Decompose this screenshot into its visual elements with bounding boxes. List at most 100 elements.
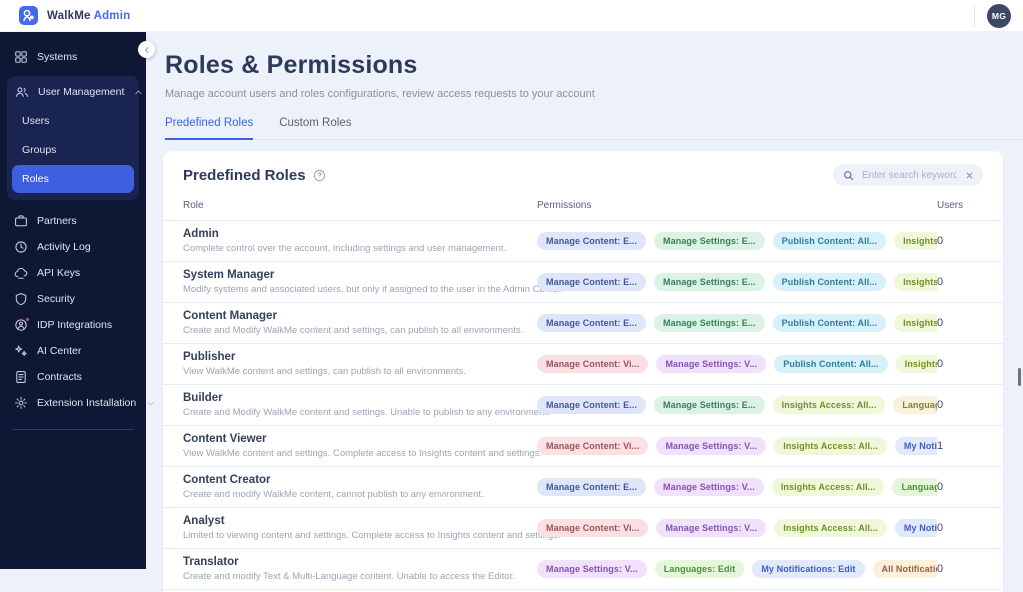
sidebar-item-systems[interactable]: Systems <box>0 44 146 70</box>
idp-icon <box>14 317 30 332</box>
sidebar-item-idp-integrations[interactable]: IDP Integrations <box>0 312 146 338</box>
role-description: Create and Modify WalkMe content and set… <box>183 325 524 336</box>
user-management-group: User Management Users Groups Roles <box>7 76 143 200</box>
sidebar-item-activity-log[interactable]: Activity Log <box>0 234 146 260</box>
role-description: Create and Modify WalkMe content and set… <box>183 407 550 418</box>
sidebar-item-api-keys[interactable]: API Keys <box>0 260 146 286</box>
tab-bar: Predefined Roles Custom Roles <box>163 117 1023 140</box>
column-users: Users <box>937 200 964 211</box>
brand-name: WalkMe <box>47 9 91 22</box>
table-row[interactable]: Publisher View WalkMe content and setting… <box>163 344 1003 385</box>
permission-badge: Manage Settings: V... <box>656 355 767 373</box>
walkme-logo-icon <box>19 6 38 25</box>
sidebar-item-extension-installation[interactable]: Extension Installation <box>0 390 154 416</box>
table-row[interactable]: Analyst Limited to viewing content and se… <box>163 508 1003 549</box>
document-icon <box>14 370 28 384</box>
permission-badge: All Notifications: Edit <box>872 560 937 578</box>
grid-icon <box>14 50 28 64</box>
user-avatar[interactable]: MG <box>987 3 1011 28</box>
role-name: Translator <box>183 556 239 568</box>
table-header: Role Permissions Users <box>163 195 1003 221</box>
sidebar-item-user-management[interactable]: User Management <box>7 78 143 106</box>
role-name: Analyst <box>183 515 225 527</box>
permission-badge: Insights Access: All... <box>894 273 937 291</box>
permission-badge: Languages: Edit <box>893 396 937 414</box>
sidebar-collapse-button[interactable] <box>138 41 155 58</box>
sidebar-item-label: API Keys <box>37 267 81 279</box>
users-group-icon <box>15 85 29 99</box>
users-count: 0 <box>937 235 944 247</box>
permission-badge: My Notifications: Edit <box>752 560 865 578</box>
sparkles-icon <box>14 344 28 358</box>
search-clear-icon[interactable] <box>965 171 974 180</box>
briefcase-icon <box>14 214 28 228</box>
permission-badge: My Notifications: Edit <box>894 519 937 537</box>
role-name: Content Creator <box>183 474 271 486</box>
panel-heading: Predefined Roles <box>183 166 306 184</box>
permission-badge: Manage Content: E... <box>537 478 647 496</box>
permission-badge: Insights Access: All... <box>894 314 937 332</box>
permission-badge: Insights Access: All... <box>774 437 887 455</box>
sidebar-nav: Systems User Management Users Groups Roles … <box>0 32 154 569</box>
sidebar-item-label: Contracts <box>37 371 82 383</box>
users-count: 0 <box>937 358 944 370</box>
sidebar-item-label: AI Center <box>37 345 82 357</box>
permission-badge: Manage Content: E... <box>537 314 647 332</box>
sidebar-item-partners[interactable]: Partners <box>0 208 146 234</box>
role-description: Complete control over the account, inclu… <box>183 243 507 254</box>
sidebar-item-label: Extension Installation <box>37 397 137 409</box>
users-count: 0 <box>937 317 944 329</box>
chevron-up-icon <box>133 87 144 98</box>
page-title: Roles & Permissions <box>165 51 418 79</box>
sidebar-item-contracts[interactable]: Contracts <box>0 364 146 390</box>
sidebar-item-label: Activity Log <box>37 241 91 253</box>
walkme-admin-logo: WalkMe Admin <box>19 6 130 25</box>
table-row[interactable]: Admin Complete control over the account, … <box>163 221 1003 262</box>
permission-badge: Manage Settings: E... <box>654 273 765 291</box>
sidebar-item-users[interactable]: Users <box>12 107 134 135</box>
table-row[interactable]: Content Manager Create and Modify WalkMe … <box>163 303 1003 344</box>
predefined-roles-panel: Predefined Roles Enter search keywords R… <box>163 151 1003 592</box>
role-description: Limited to viewing content and settings.… <box>183 530 561 541</box>
permission-badge: Publish Content: All... <box>772 314 887 332</box>
sidebar-item-groups[interactable]: Groups <box>12 136 134 164</box>
users-count: 0 <box>937 522 944 534</box>
permission-badge: Manage Content: E... <box>537 396 647 414</box>
table-row[interactable]: Builder Create and Modify WalkMe content … <box>163 385 1003 426</box>
sidebar-item-roles[interactable]: Roles <box>12 165 134 193</box>
sidebar-item-security[interactable]: Security <box>0 286 146 312</box>
topbar-divider <box>974 4 975 27</box>
permission-badge: Manage Content: Vi... <box>537 355 649 373</box>
permission-badge: Manage Settings: E... <box>654 396 765 414</box>
sidebar-item-ai-center[interactable]: AI Center <box>0 338 146 364</box>
role-name: Builder <box>183 392 223 404</box>
users-count: 0 <box>937 399 944 411</box>
permission-badge: Manage Content: E... <box>537 273 647 291</box>
table-row[interactable]: System Manager Modify systems and associa… <box>163 262 1003 303</box>
tab-custom-roles[interactable]: Custom Roles <box>279 117 351 140</box>
permission-badge: Manage Settings: V... <box>537 560 647 578</box>
table-row[interactable]: Content Creator Create and modify WalkMe … <box>163 467 1003 508</box>
tab-predefined-roles[interactable]: Predefined Roles <box>165 117 254 140</box>
search-icon <box>843 170 854 181</box>
column-permissions: Permissions <box>537 200 592 211</box>
help-icon[interactable] <box>313 169 326 182</box>
permission-badge: Insights Access: All... <box>772 396 886 414</box>
chevron-left-icon <box>144 46 148 53</box>
role-description: View WalkMe content and settings. Comple… <box>183 448 543 459</box>
permission-badge: Languages: Edit <box>892 478 937 496</box>
role-description: View WalkMe content and settings, can pu… <box>183 366 467 377</box>
vertical-scrollbar-thumb[interactable] <box>1018 368 1021 386</box>
permission-badge: Manage Content: Vi... <box>537 437 649 455</box>
permission-badge: Insights Access: All... <box>771 478 885 496</box>
table-row[interactable]: Content Viewer View WalkMe content and se… <box>163 426 1003 467</box>
sidebar-item-label: Partners <box>37 215 77 227</box>
cloud-icon <box>14 266 28 280</box>
table-row[interactable]: Translator Create and modify Text & Multi… <box>163 549 1003 590</box>
shield-icon <box>14 292 28 306</box>
search-input[interactable] <box>860 168 959 182</box>
role-description: Modify systems and associated users, but… <box>183 284 564 295</box>
permission-badge: Insights Access: All... <box>895 355 937 373</box>
sidebar-item-label: Systems <box>37 51 78 63</box>
role-name: Content Viewer <box>183 433 267 445</box>
